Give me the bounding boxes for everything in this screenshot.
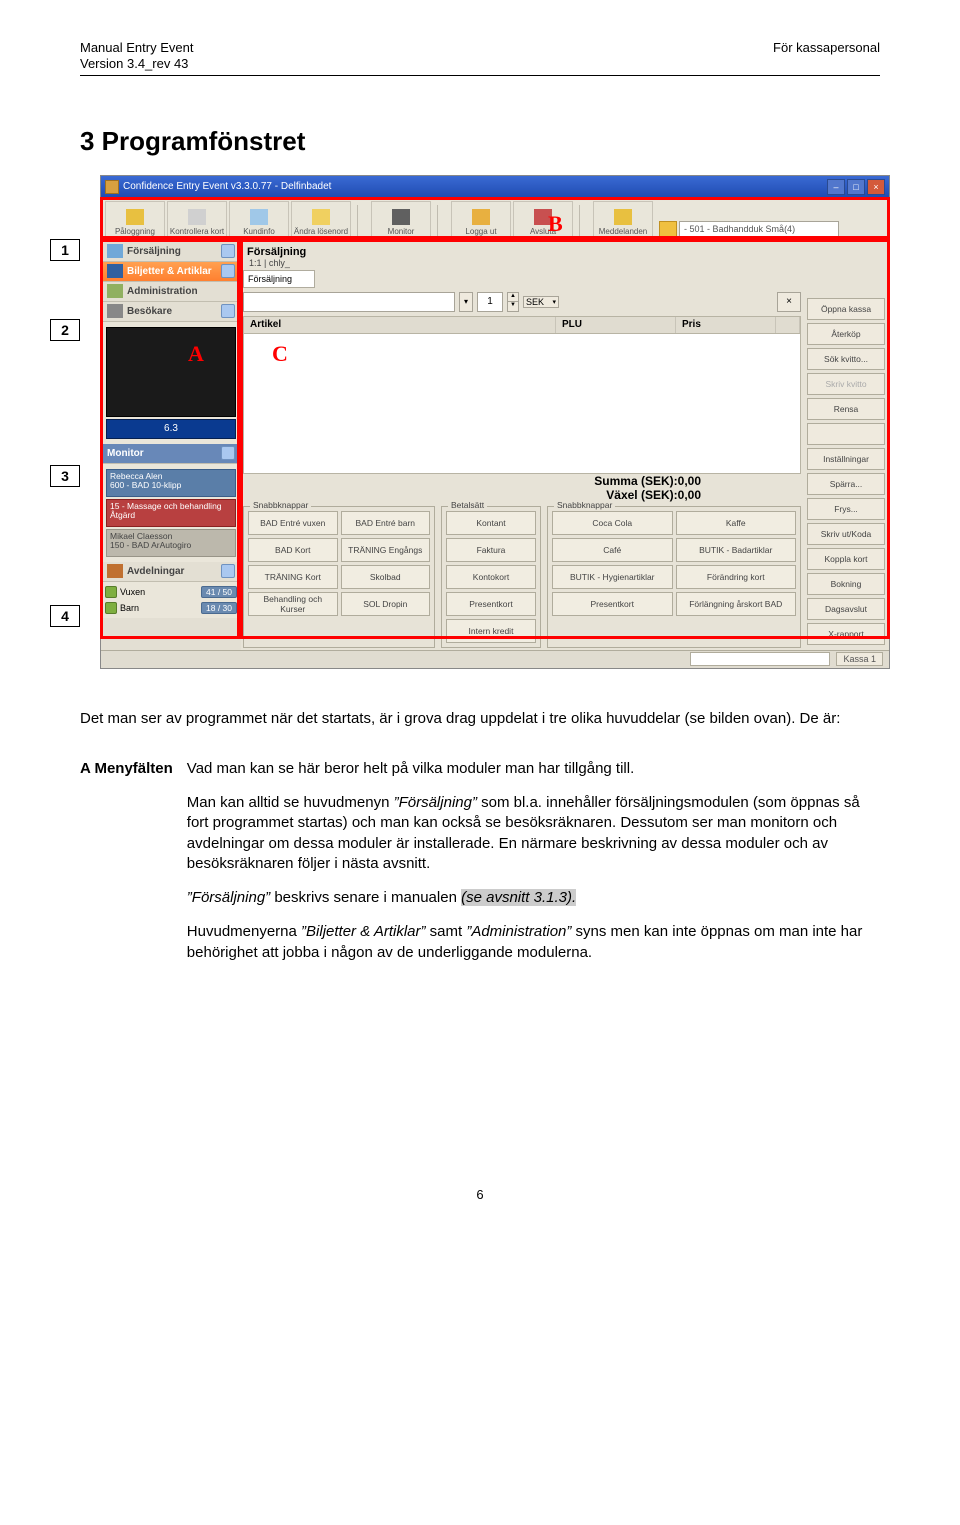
callout-1: 1 — [50, 239, 80, 261]
redbox-B — [100, 197, 890, 239]
section-title: 3 Programfönstret — [80, 126, 880, 157]
def-p2: Man kan alltid se huvudmenyn ”Försäljnin… — [187, 793, 880, 874]
window-titlebar[interactable]: Confidence Entry Event v3.3.0.77 - Delfi… — [101, 176, 889, 198]
page-header: Manual Entry Event Version 3.4_rev 43 Fö… — [80, 40, 880, 76]
figure: 1 2 3 4 A B C Confidence Entry Event v3.… — [70, 175, 880, 669]
def-p4: Huvudmenyerna ”Biljetter & Artiklar” sam… — [187, 922, 880, 963]
status-bar: Kassa 1 — [101, 650, 889, 668]
minimize-button[interactable]: – — [827, 179, 845, 195]
annot-A: A — [188, 341, 204, 367]
intro-paragraph: Det man ser av programmet när det starta… — [80, 709, 880, 729]
app-icon — [105, 180, 119, 194]
status-kassa: Kassa 1 — [836, 652, 883, 666]
maximize-button[interactable]: □ — [847, 179, 865, 195]
def-p3: ”Försäljning” beskrivs senare i manualen… — [187, 888, 880, 908]
redbox-C — [240, 239, 890, 639]
window-title: Confidence Entry Event v3.3.0.77 - Delfi… — [123, 181, 331, 192]
def-key-A: A Menyfälten — [80, 759, 173, 977]
callout-3: 3 — [50, 465, 80, 487]
annot-C: C — [272, 341, 288, 367]
callout-4: 4 — [50, 605, 80, 627]
body-text: Det man ser av programmet när det starta… — [80, 709, 880, 977]
def-p1: Vad man kan se här beror helt på vilka m… — [187, 759, 880, 779]
status-input[interactable] — [690, 652, 830, 666]
header-title: Manual Entry Event — [80, 40, 193, 56]
header-version: Version 3.4_rev 43 — [80, 56, 193, 72]
annot-B: B — [548, 211, 563, 237]
redbox-A — [100, 239, 240, 639]
header-audience: För kassapersonal — [773, 40, 880, 73]
page-number: 6 — [80, 1187, 880, 1202]
callout-2: 2 — [50, 319, 80, 341]
close-button[interactable]: × — [867, 179, 885, 195]
